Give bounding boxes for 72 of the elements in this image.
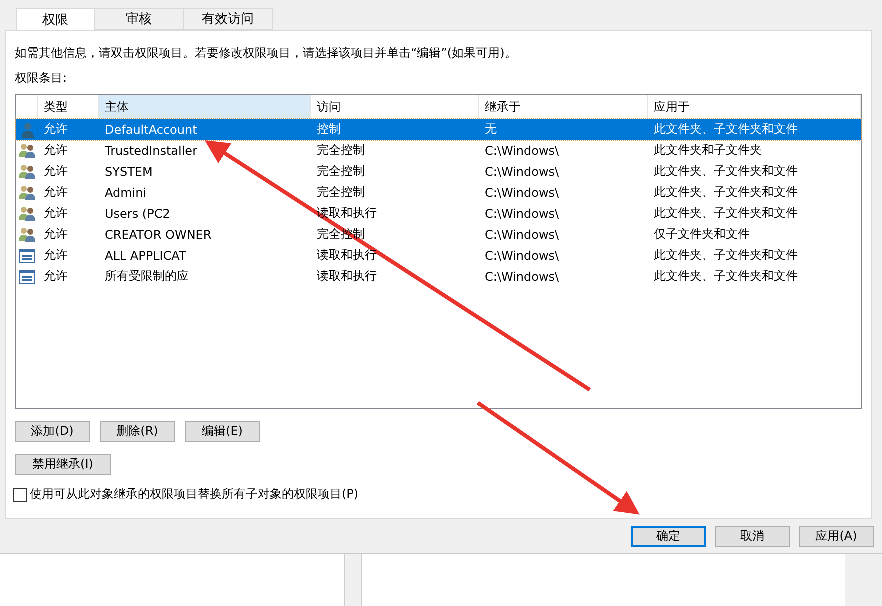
dialog-button[interactable]: 应用(A) — [799, 526, 874, 547]
dialog-button[interactable]: 取消 — [715, 526, 790, 547]
table-cell-text: 允许 — [43, 184, 69, 201]
table-cell-text: 读取和执行 — [316, 268, 378, 285]
table-cell-text: 此文件夹、子文件夹和文件 — [653, 121, 799, 138]
tab[interactable]: 有效访问 — [183, 8, 273, 30]
table-cell-text: C:\Windows\ — [484, 144, 560, 158]
table-cell-text: C:\Windows\ — [484, 248, 560, 262]
table-cell-text: 此文件夹、子文件夹和文件 — [653, 268, 799, 285]
app-window-icon — [19, 270, 35, 284]
table-cell-text: 完全控制 — [316, 142, 366, 159]
users-icon — [19, 227, 36, 242]
user-icon — [21, 122, 35, 138]
column-header[interactable]: 继承于 — [479, 95, 648, 119]
users-icon — [19, 164, 36, 179]
table-cell-text: 允许 — [43, 226, 69, 243]
permission-row[interactable]: 允许 DefaultAccount 控制 无 此文件夹、子文件夹和文件 — [16, 119, 861, 140]
table-cell-text: TrustedInstaller — [104, 144, 199, 158]
table-cell-text: C:\Windows\ — [484, 164, 560, 178]
table-cell-text: Users (PC2 — [104, 206, 172, 220]
table-cell-text: 此文件夹、子文件夹和文件 — [653, 205, 799, 222]
table-cell-text: 允许 — [43, 205, 69, 222]
app-window-icon — [19, 248, 35, 262]
column-header[interactable]: 访问 — [311, 95, 479, 119]
table-cell-text: 此文件夹、子文件夹和文件 — [653, 184, 799, 201]
table-cell-text: 此文件夹、子文件夹和文件 — [653, 247, 799, 264]
checkbox-label: 使用可从此对象继承的权限项目替换所有子对象的权限项目(P) — [30, 486, 359, 503]
table-cell-text: 读取和执行 — [316, 247, 378, 264]
permission-row[interactable]: 允许 TrustedInstaller 完全控制 C:\Windows\ 此文件夹和子文件夹 — [16, 140, 861, 161]
tab[interactable]: 审核 — [94, 8, 184, 30]
table-cell-text: C:\Windows\ — [484, 186, 560, 200]
table-cell-text: DefaultAccount — [104, 122, 198, 136]
table-cell-text: 完全控制 — [316, 163, 366, 180]
table-cell-text: 允许 — [43, 121, 69, 138]
list-label: 权限条目: — [15, 70, 68, 87]
entry-button[interactable]: 删除(R) — [100, 421, 175, 442]
header-cell — [16, 95, 38, 119]
table-cell-text: 允许 — [43, 163, 69, 180]
disable-inheritance-button[interactable]: 禁用继承(I) — [15, 454, 111, 475]
column-header[interactable]: 主体 — [99, 95, 311, 119]
table-cell-text: ALL APPLICAT — [104, 248, 188, 262]
entry-button[interactable]: 添加(D) — [15, 421, 90, 442]
table-cell-text: CREATOR OWNER — [104, 228, 213, 242]
table-cell-text: 完全控制 — [316, 184, 366, 201]
permission-row[interactable]: 允许 ALL APPLICAT 读取和执行 C:\Windows\ 此文件夹、子文件夹和文件 — [16, 245, 861, 266]
table-cell-text: SYSTEM — [104, 164, 154, 178]
column-header[interactable]: 应用于 — [648, 95, 861, 119]
permission-row[interactable]: 允许 SYSTEM 完全控制 C:\Windows\ 此文件夹、子文件夹和文件 — [16, 161, 861, 182]
table-cell-text: 仅子文件夹和文件 — [653, 226, 751, 243]
permission-row[interactable]: 允许 Admini 完全控制 C:\Windows\ 此文件夹、子文件夹和文件 — [16, 182, 861, 203]
table-cell-text: 所有受限制的应 — [104, 268, 190, 285]
table-cell-text: 此文件夹和子文件夹 — [653, 142, 763, 159]
table-cell-text: 允许 — [43, 142, 69, 159]
users-icon — [19, 185, 36, 200]
tab[interactable]: 权限 — [16, 8, 95, 30]
column-header[interactable]: 类型 — [38, 95, 99, 119]
table-cell-text: 允许 — [43, 247, 69, 264]
table-cell-text: 此文件夹、子文件夹和文件 — [653, 163, 799, 180]
users-icon — [19, 143, 36, 158]
entry-button[interactable]: 编辑(E) — [185, 421, 260, 442]
dialog-button[interactable]: 确定 — [631, 526, 706, 547]
checkbox[interactable] — [13, 488, 27, 502]
users-icon — [19, 206, 36, 221]
table-cell-text: C:\Windows\ — [484, 270, 560, 284]
table-cell-text: C:\Windows\ — [484, 228, 560, 242]
table-cell-text: 允许 — [43, 268, 69, 285]
table-cell-text: 无 — [484, 121, 498, 138]
table-cell-text: C:\Windows\ — [484, 206, 560, 220]
permission-row[interactable]: 允许 所有受限制的应 读取和执行 C:\Windows\ 此文件夹、子文件夹和文件 — [16, 266, 861, 287]
table-cell-text: Admini — [104, 186, 148, 200]
info-text: 如需其他信息，请双击权限项目。若要修改权限项目，请选择该项目并单击“编辑”(如果可用)。 — [15, 45, 518, 62]
table-cell-text: 控制 — [316, 121, 342, 138]
